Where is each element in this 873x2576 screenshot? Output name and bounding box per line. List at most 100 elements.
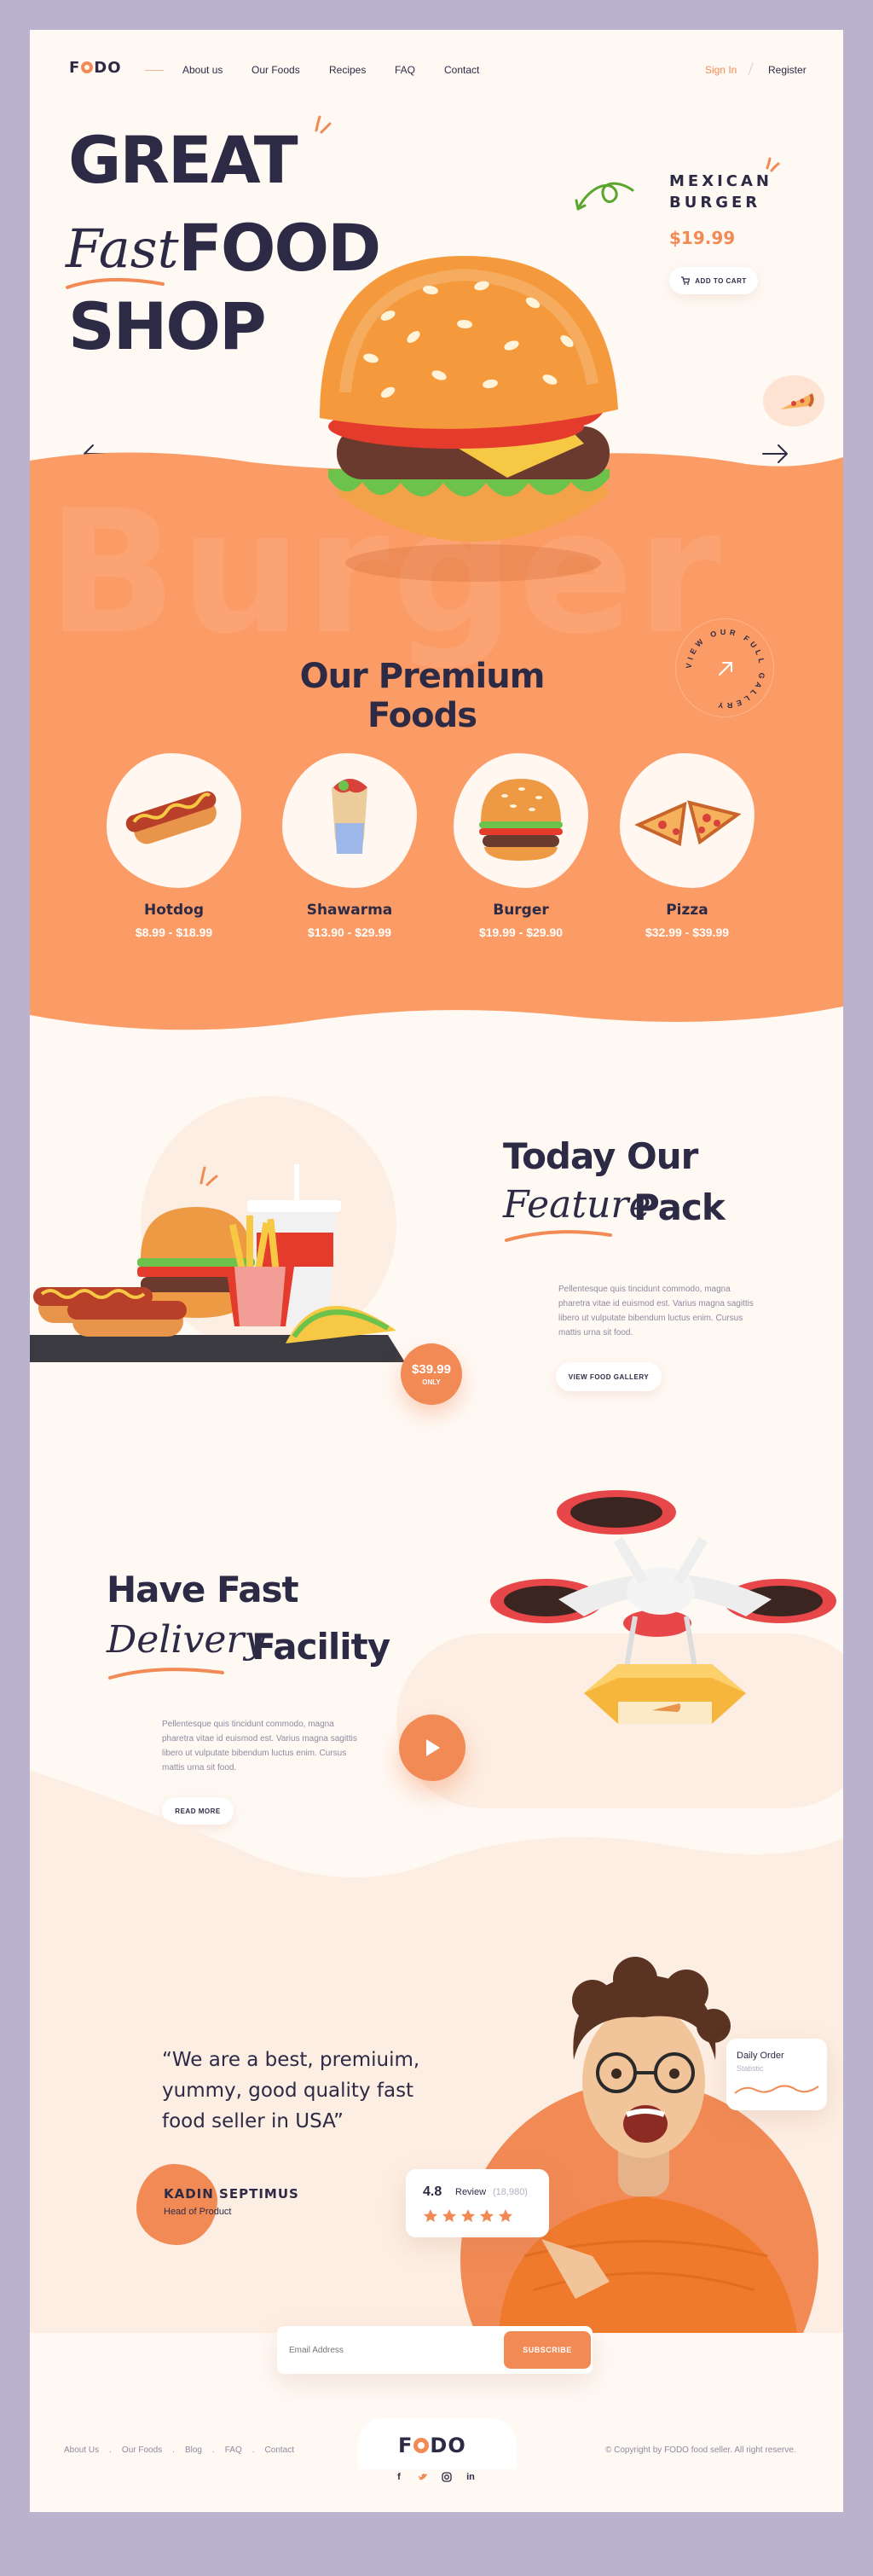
footer-links: About Us. Our Foods. Blog. FAQ. Contact <box>64 2445 294 2455</box>
nav-divider <box>145 70 164 71</box>
swirl-arrow-icon <box>575 182 634 211</box>
pizza-icon <box>634 800 742 846</box>
footer-link-foods[interactable]: Our Foods <box>122 2445 162 2455</box>
copyright-text: © Copyright by FODO food seller. All rig… <box>605 2445 796 2455</box>
delivery-drone-image <box>490 1490 836 1724</box>
food-price: $13.90 - $29.99 <box>307 925 392 939</box>
footer-link-blog[interactable]: Blog <box>185 2445 202 2455</box>
badge-label: ONLY <box>422 1378 441 1386</box>
pizza-slice-icon <box>780 393 814 409</box>
play-icon <box>426 1739 440 1756</box>
subscribe-button[interactable]: SUBSCRIBE <box>504 2331 591 2369</box>
spark-icon-small <box>766 157 780 172</box>
testimonial-quote-line1: “We are a best, premiuim, <box>162 2049 420 2071</box>
nav-faq[interactable]: FAQ <box>395 64 415 76</box>
hero-title-script: Fast <box>66 218 179 280</box>
view-food-gallery-label: VIEW FOOD GALLERY <box>568 1372 650 1381</box>
footer-separator: . <box>251 2445 255 2455</box>
arrow-up-right-icon <box>719 662 732 676</box>
hotdog-icon <box>125 791 217 844</box>
script-underline <box>505 1230 612 1242</box>
daily-order-subtitle: Statistic <box>737 2064 764 2073</box>
product-name-line2: BURGER <box>669 194 761 212</box>
subscribe-form: SUBSCRIBE <box>277 2326 593 2374</box>
delivery-description: Pellentesque quis tincidunt commodo, mag… <box>162 1720 357 1772</box>
premium-foods-title: Our Premium Foods <box>299 657 546 735</box>
feature-price-badge: $39.99 ONLY <box>401 1343 462 1405</box>
twitter-icon[interactable] <box>415 2469 431 2485</box>
nav-contact[interactable]: Contact <box>444 64 479 76</box>
sign-in-link[interactable]: Sign In <box>705 64 737 76</box>
social-links: f in <box>391 2469 478 2485</box>
star-icon <box>442 2209 456 2222</box>
footer-separator: . <box>211 2445 215 2455</box>
food-name: Hotdog <box>143 902 205 919</box>
nav-about[interactable]: About us <box>182 64 223 76</box>
logo[interactable]: F DO <box>69 59 122 77</box>
food-blob <box>107 753 241 888</box>
rating-value: 4.8 <box>423 2184 442 2199</box>
rating-card: 4.8 Review (18,980) <box>406 2169 549 2237</box>
daily-order-card: Daily Order Statistic <box>726 2039 827 2110</box>
spark-icon <box>315 115 332 134</box>
testimonial-quote-line3: food seller in USA” <box>162 2110 344 2132</box>
footer-link-about[interactable]: About Us <box>64 2445 99 2455</box>
review-label: Review <box>455 2187 487 2197</box>
food-blob <box>454 753 588 888</box>
add-to-cart-label: ADD TO CART <box>695 276 747 285</box>
feature-pack-image <box>30 1164 405 1362</box>
email-input[interactable] <box>289 2338 477 2362</box>
food-name: Burger <box>493 902 549 919</box>
nav-our-foods[interactable]: Our Foods <box>251 64 300 76</box>
delivery-title-line1: Have Fast <box>107 1569 299 1610</box>
food-name: Shawarma <box>306 902 393 919</box>
food-card-hotdog[interactable]: Hotdog $8.99 - $18.99 <box>107 753 241 939</box>
sparkline-icon <box>734 2085 819 2094</box>
nav-recipes[interactable]: Recipes <box>329 64 366 76</box>
author-name: KADIN SEPTIMUS <box>164 2186 299 2202</box>
pizza-bubble <box>763 375 824 426</box>
view-food-gallery-button[interactable]: VIEW FOOD GALLERY <box>556 1362 662 1391</box>
linkedin-icon[interactable]: in <box>463 2469 478 2485</box>
delivery-title-script: Delivery <box>107 1618 266 1662</box>
food-price: $32.99 - $39.99 <box>645 925 730 939</box>
product-name-line1: MEXICAN <box>669 172 772 190</box>
script-underline <box>108 1668 224 1680</box>
shawarma-icon <box>332 779 367 854</box>
spark-icon <box>199 1166 218 1186</box>
footer-logo[interactable]: F DO <box>398 2434 466 2457</box>
nav-slash <box>748 62 754 76</box>
view-gallery-badge[interactable]: VIEW OUR FULL GALLERY <box>675 618 774 717</box>
footer-separator: . <box>109 2445 112 2455</box>
food-name: Pizza <box>666 902 708 919</box>
delivery-title-line2: Facility <box>251 1626 390 1668</box>
instagram-icon[interactable] <box>439 2469 454 2485</box>
author-role: Head of Product <box>164 2207 232 2217</box>
food-card-shawarma[interactable]: Shawarma $13.90 - $29.99 <box>282 753 417 939</box>
footer-link-faq[interactable]: FAQ <box>225 2445 242 2455</box>
hero-title-line1: GREAT <box>68 122 298 198</box>
star-icon <box>499 2209 512 2222</box>
feature-title-line1: Today Our <box>503 1135 698 1177</box>
star-icon <box>480 2209 494 2222</box>
badge-price: $39.99 <box>412 1362 451 1377</box>
facebook-icon[interactable]: f <box>391 2469 407 2485</box>
food-card-pizza[interactable]: Pizza $32.99 - $39.99 <box>620 753 754 939</box>
feature-description: Pellentesque quis tincidunt commodo, mag… <box>558 1285 754 1337</box>
testimonial-person-image <box>499 1957 797 2333</box>
food-blob <box>282 753 417 888</box>
footer-link-contact[interactable]: Contact <box>265 2445 294 2455</box>
star-icon <box>461 2209 475 2222</box>
daily-order-title: Daily Order <box>737 2051 784 2061</box>
star-icon <box>424 2209 437 2222</box>
feature-title-line2: Pack <box>633 1186 726 1228</box>
star-rating <box>423 2208 513 2223</box>
food-card-burger[interactable]: Burger $19.99 - $29.90 <box>454 753 588 939</box>
landing-page: F DO About us Our Foods Recipes FAQ Conta… <box>30 30 843 2512</box>
review-count: (18,980) <box>493 2187 528 2197</box>
testimonial-quote-line2: yummy, good quality fast <box>162 2080 414 2102</box>
food-blob <box>620 753 754 888</box>
register-link[interactable]: Register <box>768 64 807 76</box>
hero-title-line3: SHOP <box>68 288 267 364</box>
food-price: $19.99 - $29.90 <box>478 925 564 939</box>
